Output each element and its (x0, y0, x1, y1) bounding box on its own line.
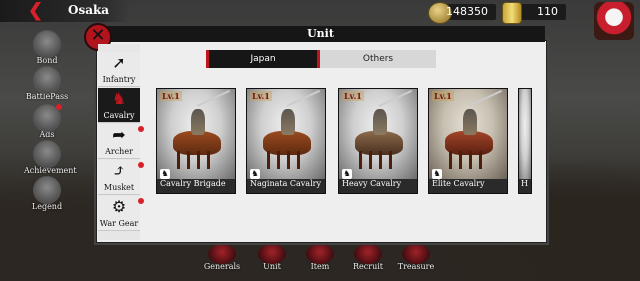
tab-japan[interactable]: Japan (206, 50, 320, 68)
spear-icon: ➚ (112, 53, 126, 72)
unit-card-heavy-cavalry[interactable]: Lv.1 ♞ Heavy Cavalry (338, 88, 418, 194)
category-war-gear[interactable]: ⚙ War Gear (98, 196, 144, 231)
rider-icon (373, 109, 387, 135)
close-icon: ✕ (90, 25, 106, 46)
horse-badge-icon: ♞ (250, 169, 260, 179)
spear-icon (196, 89, 231, 107)
bow-icon: ➦ (112, 125, 126, 144)
generals-icon (208, 244, 236, 264)
sidebar-item-ads[interactable]: Ads (24, 104, 70, 139)
sidebar-item-legend[interactable]: Legend (24, 176, 70, 211)
horse-badge-icon: ♞ (160, 169, 170, 179)
category-archer[interactable]: ➦ Archer (98, 124, 144, 159)
spear-icon (468, 89, 503, 107)
unit-card-naginata-cavalry[interactable]: Lv.1 ♞ Naginata Cavalry (246, 88, 326, 194)
dialog-header: Unit (96, 26, 545, 42)
musket-icon: ⤴ (112, 161, 126, 180)
legend-icon (33, 176, 61, 204)
tab-others[interactable]: Others (320, 50, 436, 68)
unit-portrait (429, 89, 507, 179)
top-bar: ❮ Osaka (0, 0, 130, 22)
spear-icon (378, 89, 413, 107)
unit-portrait (519, 89, 531, 179)
notification-dot (138, 198, 144, 204)
nav-treasure[interactable]: Treasure (394, 244, 438, 272)
category-cavalry[interactable]: ♞ Cavalry (98, 88, 140, 123)
category-label: Cavalry (103, 111, 135, 120)
notification-dot (138, 126, 144, 132)
unit-name: Elite Cavalry (432, 179, 485, 188)
treasure-icon (402, 244, 430, 264)
bond-icon (33, 30, 61, 58)
naginata-icon (286, 89, 321, 107)
gold-value: 110 (537, 5, 558, 18)
nav-item[interactable]: Item (298, 244, 342, 272)
unit-level: Lv.1 (432, 91, 454, 101)
unit-portrait (339, 89, 417, 179)
notification-dot (56, 104, 62, 110)
gold-icon (502, 2, 522, 24)
city-name: Osaka (68, 3, 110, 17)
unit-name: Heavy Cavalry (342, 179, 402, 188)
unit-name: H (521, 179, 528, 188)
category-musket[interactable]: ⤴ Musket (98, 160, 144, 195)
sidebar-item-bond[interactable]: Bond (24, 30, 70, 65)
unit-level: Lv.1 (342, 91, 364, 101)
item-icon (306, 244, 334, 264)
faction-tabs: Japan Others (206, 50, 436, 68)
horse-icon: ♞ (111, 89, 127, 108)
category-list: ➚ Infantry ♞ Cavalry ➦ Archer ⤴ Musket ⚙… (98, 44, 144, 240)
unit-name: Naginata Cavalry (250, 179, 321, 188)
category-label: Musket (103, 183, 135, 192)
nav-recruit[interactable]: Recruit (346, 244, 390, 272)
cannon-icon: ⚙ (111, 197, 127, 216)
horse-badge-icon: ♞ (432, 169, 442, 179)
horse-legs (267, 151, 307, 169)
unit-level: Lv.1 (250, 91, 272, 101)
recruit-icon (354, 244, 382, 264)
dialog-title: Unit (307, 27, 334, 40)
category-label: Archer (105, 147, 133, 156)
horse-badge-icon: ♞ (342, 169, 352, 179)
unit-name: Cavalry Brigade (160, 179, 226, 188)
back-icon[interactable]: ❮ (28, 2, 48, 20)
category-label: War Gear (99, 219, 139, 228)
trophy-icon (33, 140, 61, 168)
rider-icon (281, 109, 295, 135)
coins-counter: 148350 (428, 2, 496, 24)
player-avatar[interactable] (594, 2, 634, 40)
rider-icon (191, 109, 205, 135)
unit-portrait (247, 89, 325, 179)
unit-card-elite-cavalry[interactable]: Lv.1 ♞ Elite Cavalry (428, 88, 508, 194)
unit-icon (258, 244, 286, 264)
sidebar-item-achievement[interactable]: Achievement (24, 140, 77, 175)
nav-generals[interactable]: Generals (200, 244, 244, 272)
unit-card-cavalry-brigade[interactable]: Lv.1 ♞ Cavalry Brigade (156, 88, 236, 194)
category-infantry[interactable]: ➚ Infantry (98, 52, 140, 87)
horse-legs (359, 151, 399, 169)
horse-legs (449, 151, 489, 169)
rider-icon (463, 109, 477, 135)
notification-dot (138, 162, 144, 168)
horse-legs (177, 151, 217, 169)
unit-level: Lv.1 (160, 91, 182, 101)
sidebar-item-battlepass[interactable]: BattlePass (24, 66, 70, 101)
gold-counter: 110 (502, 2, 566, 24)
category-label: Infantry (102, 75, 136, 84)
coins-value: 148350 (446, 5, 488, 18)
unit-card-partial[interactable]: H (518, 88, 532, 194)
unit-portrait (157, 89, 235, 179)
nav-unit[interactable]: Unit (250, 244, 294, 272)
battlepass-icon (33, 66, 61, 94)
